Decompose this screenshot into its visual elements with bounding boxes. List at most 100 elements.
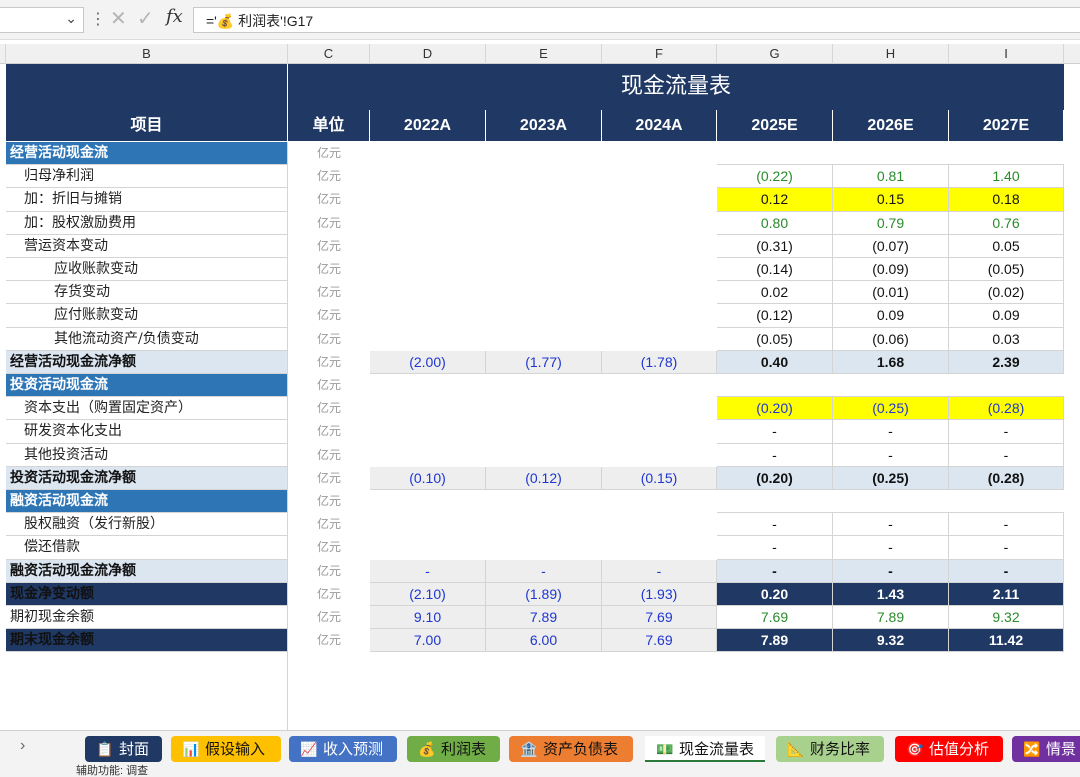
column-header-c[interactable]: C	[288, 44, 370, 64]
value-cell[interactable]	[486, 142, 602, 165]
value-cell[interactable]: -	[717, 560, 833, 583]
row-label[interactable]: 营运资本变动	[6, 235, 288, 258]
unit-cell[interactable]: 亿元	[288, 629, 370, 652]
value-cell[interactable]: (0.28)	[949, 397, 1064, 420]
row-label[interactable]: 期末现金余额	[6, 629, 288, 652]
unit-cell[interactable]: 亿元	[288, 304, 370, 328]
value-cell[interactable]: 0.18	[949, 188, 1064, 212]
value-cell[interactable]: 9.32	[833, 629, 949, 652]
confirm-icon[interactable]: ✓	[137, 6, 154, 31]
header-item[interactable]: 项目	[6, 110, 288, 141]
row-label[interactable]: 现金净变动额	[6, 583, 288, 606]
tab-5[interactable]: 🏦 资产负债表	[509, 736, 633, 762]
value-cell[interactable]: 0.15	[833, 188, 949, 212]
column-header-i[interactable]: I	[949, 44, 1064, 64]
unit-cell[interactable]: 亿元	[288, 536, 370, 560]
value-cell[interactable]	[602, 328, 717, 351]
value-cell[interactable]	[486, 444, 602, 467]
row-label[interactable]: 研发资本化支出	[6, 420, 288, 444]
column-header-b[interactable]: B	[6, 44, 288, 64]
value-cell[interactable]: (1.78)	[602, 351, 717, 374]
value-cell[interactable]: 0.03	[949, 328, 1064, 351]
value-cell[interactable]: (0.01)	[833, 281, 949, 304]
value-cell[interactable]	[602, 444, 717, 467]
value-cell[interactable]: (0.09)	[833, 258, 949, 281]
tab-7[interactable]: 📐 财务比率	[776, 736, 884, 762]
value-cell[interactable]	[949, 142, 1064, 165]
value-cell[interactable]: -	[717, 444, 833, 467]
value-cell[interactable]: 0.79	[833, 212, 949, 235]
unit-cell[interactable]: 亿元	[288, 560, 370, 583]
row-label[interactable]: 经营活动现金流净额	[6, 351, 288, 374]
value-cell[interactable]	[602, 281, 717, 304]
formula-input[interactable]: ='💰 利润表'!G17	[193, 7, 1080, 33]
value-cell[interactable]	[370, 212, 486, 235]
value-cell[interactable]: -	[717, 513, 833, 536]
value-cell[interactable]: (0.20)	[717, 467, 833, 490]
value-cell[interactable]	[833, 490, 949, 513]
value-cell[interactable]	[486, 212, 602, 235]
value-cell[interactable]: 1.40	[949, 165, 1064, 188]
unit-cell[interactable]: 亿元	[288, 351, 370, 374]
value-cell[interactable]: 7.89	[833, 606, 949, 629]
value-cell[interactable]	[602, 165, 717, 188]
value-cell[interactable]	[370, 188, 486, 212]
value-cell[interactable]: 0.80	[717, 212, 833, 235]
value-cell[interactable]: 1.68	[833, 351, 949, 374]
header-unit[interactable]: 单位	[288, 110, 370, 141]
column-header-f[interactable]: F	[602, 44, 717, 64]
value-cell[interactable]	[370, 444, 486, 467]
value-cell[interactable]: -	[833, 444, 949, 467]
unit-cell[interactable]: 亿元	[288, 374, 370, 397]
row-label[interactable]: 偿还借款	[6, 536, 288, 560]
unit-cell[interactable]: 亿元	[288, 606, 370, 629]
value-cell[interactable]	[602, 374, 717, 397]
unit-cell[interactable]: 亿元	[288, 513, 370, 536]
value-cell[interactable]: (1.89)	[486, 583, 602, 606]
value-cell[interactable]: -	[717, 420, 833, 444]
value-cell[interactable]	[602, 420, 717, 444]
value-cell[interactable]	[486, 397, 602, 420]
value-cell[interactable]	[833, 374, 949, 397]
unit-cell[interactable]: 亿元	[288, 328, 370, 351]
unit-cell[interactable]: 亿元	[288, 281, 370, 304]
value-cell[interactable]: 7.89	[486, 606, 602, 629]
value-cell[interactable]: -	[717, 536, 833, 560]
value-cell[interactable]	[370, 235, 486, 258]
value-cell[interactable]: (0.25)	[833, 397, 949, 420]
value-cell[interactable]	[486, 374, 602, 397]
row-label[interactable]: 加：折旧与摊销	[6, 188, 288, 212]
row-label[interactable]: 存货变动	[6, 281, 288, 304]
unit-cell[interactable]: 亿元	[288, 420, 370, 444]
value-cell[interactable]	[486, 235, 602, 258]
row-label[interactable]: 投资活动现金流	[6, 374, 288, 397]
value-cell[interactable]: (0.07)	[833, 235, 949, 258]
value-cell[interactable]: -	[833, 513, 949, 536]
value-cell[interactable]: 0.02	[717, 281, 833, 304]
value-cell[interactable]: 7.69	[602, 606, 717, 629]
value-cell[interactable]: (0.28)	[949, 467, 1064, 490]
unit-cell[interactable]: 亿元	[288, 467, 370, 490]
row-label[interactable]: 加：股权激励费用	[6, 212, 288, 235]
value-cell[interactable]: 9.10	[370, 606, 486, 629]
value-cell[interactable]	[602, 304, 717, 328]
value-cell[interactable]	[602, 513, 717, 536]
tab-8[interactable]: 🎯 估值分析	[895, 736, 1003, 762]
value-cell[interactable]: 0.12	[717, 188, 833, 212]
value-cell[interactable]: (0.20)	[717, 397, 833, 420]
tab-2[interactable]: 📊 假设输入	[171, 736, 281, 762]
row-label[interactable]: 应付账款变动	[6, 304, 288, 328]
value-cell[interactable]	[370, 328, 486, 351]
value-cell[interactable]: 11.42	[949, 629, 1064, 652]
value-cell[interactable]	[949, 374, 1064, 397]
value-cell[interactable]: 0.76	[949, 212, 1064, 235]
value-cell[interactable]: -	[949, 444, 1064, 467]
value-cell[interactable]	[602, 235, 717, 258]
value-cell[interactable]	[370, 420, 486, 444]
chevron-right-icon[interactable]: ›	[20, 737, 25, 755]
value-cell[interactable]: -	[833, 420, 949, 444]
value-cell[interactable]	[602, 188, 717, 212]
row-label[interactable]: 融资活动现金流	[6, 490, 288, 513]
value-cell[interactable]: (0.22)	[717, 165, 833, 188]
value-cell[interactable]: 0.09	[833, 304, 949, 328]
